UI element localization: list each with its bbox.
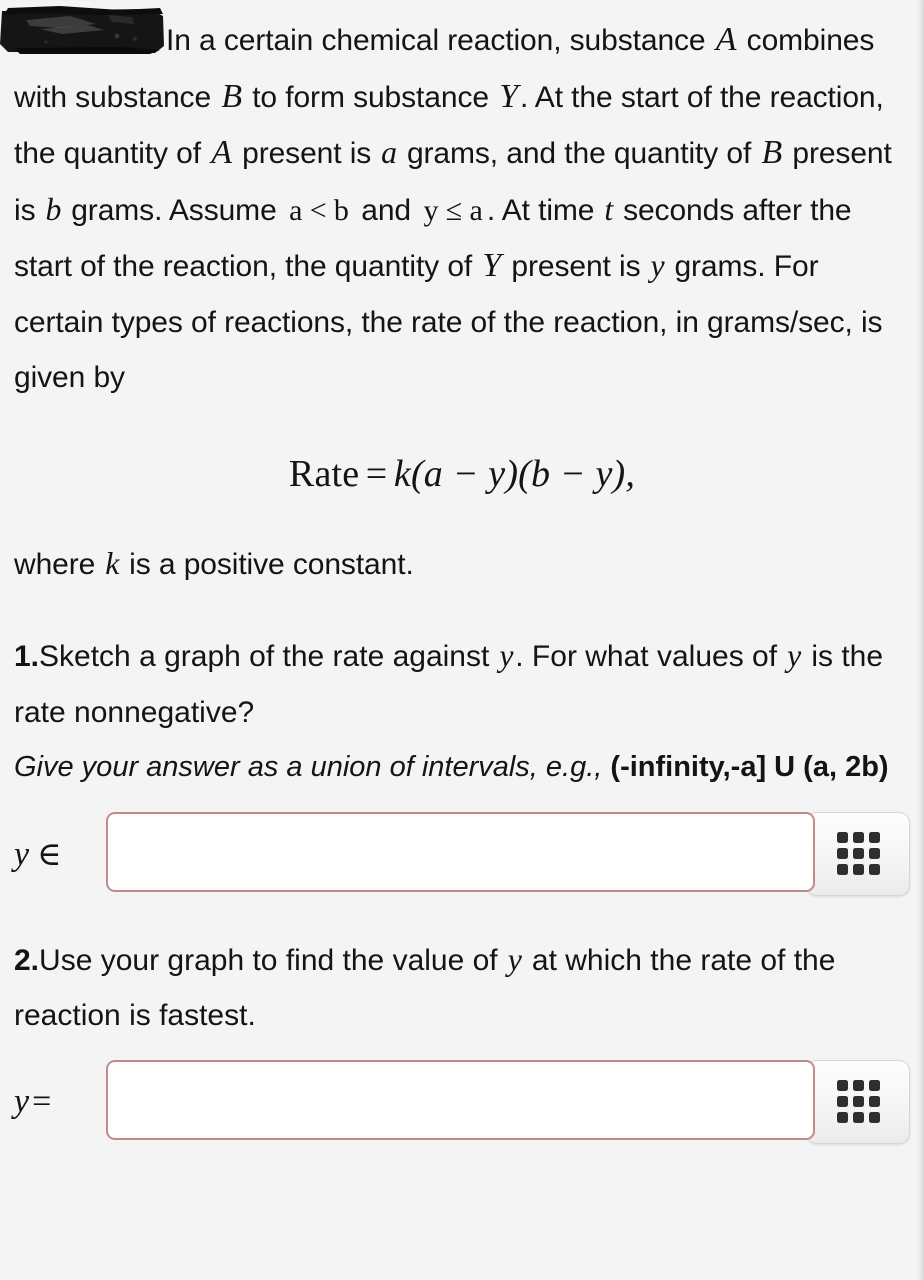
question-1-answer-row: y ∈ xyxy=(14,811,910,896)
question-1-answer-label: y ∈ xyxy=(14,834,106,874)
keypad-dot xyxy=(868,1096,880,1107)
math-var-a-1: a xyxy=(381,135,397,170)
equation-relation: = xyxy=(365,452,388,495)
math-var-t: t xyxy=(604,191,614,227)
keypad-dot xyxy=(868,848,880,859)
keypad-dot xyxy=(836,848,848,859)
math-var-k: k xyxy=(105,545,120,581)
keypad-dot xyxy=(868,1112,880,1123)
answer-2-label-symbol: = xyxy=(32,1082,52,1120)
question-1-hint-italic: Give your answer as a union of intervals… xyxy=(14,751,611,783)
question-1-field-wrap xyxy=(106,811,910,896)
math-var-y-1: y xyxy=(650,248,665,283)
where-suffix: is a positive constant. xyxy=(120,547,414,581)
question-1-prompt: 1.Sketch a graph of the rate against y. … xyxy=(14,628,910,740)
statement-seg-16: and xyxy=(353,193,420,227)
keypad-dot xyxy=(852,1080,864,1091)
question-2-prompt: 2.Use your graph to find the value of y … xyxy=(14,932,910,1044)
statement-seg-0: In a certain chemical reaction, substanc… xyxy=(166,24,714,57)
math-var-A-1: A xyxy=(715,21,737,58)
rate-equation-block: Rate = k(a − y)(b − y), xyxy=(14,406,910,536)
answer-1-label-symbol: ∈ xyxy=(37,836,62,873)
keypad-dot xyxy=(868,832,880,843)
statement-seg-4: to form substance xyxy=(243,80,498,114)
statement-seg-8: present is xyxy=(233,137,380,170)
equation-rhs: k(a − y)(b − y), xyxy=(393,452,636,495)
problem-statement: In a certain chemical reaction, substanc… xyxy=(14,0,910,406)
statement-seg-10: grams, and the quantity of xyxy=(398,137,760,170)
question-1-answer-input[interactable] xyxy=(106,811,815,892)
keypad-grid-icon xyxy=(836,1080,880,1123)
rate-equation: Rate = k(a − y)(b − y), xyxy=(289,452,635,496)
math-var-y-q2: y xyxy=(507,941,522,977)
math-var-Y-1: Y xyxy=(499,77,518,115)
problem-content: In a certain chemical reaction, substanc… xyxy=(14,0,910,1144)
question-2-answer-row: y= xyxy=(14,1059,910,1144)
question-1-keypad-button[interactable] xyxy=(806,811,910,896)
keypad-dot xyxy=(836,832,848,843)
keypad-dot xyxy=(852,1112,864,1123)
keypad-dot xyxy=(836,1112,848,1123)
math-ineq-y-le-a: y ≤ a xyxy=(423,193,483,227)
keypad-dot xyxy=(852,1096,864,1107)
keypad-dot xyxy=(852,848,864,859)
question-1-hint-bold: (-infinity,-a] U (a, 2b) xyxy=(610,751,889,783)
keypad-dot xyxy=(836,1080,848,1091)
answer-2-label-var: y xyxy=(14,1082,30,1120)
question-2-field-wrap xyxy=(106,1059,910,1144)
where-prefix: where xyxy=(14,547,104,581)
math-var-y-q1a: y xyxy=(499,638,514,673)
math-var-A-2: A xyxy=(211,134,232,171)
math-var-Y-2: Y xyxy=(482,247,502,284)
math-var-B-1: B xyxy=(221,77,242,115)
question-2-keypad-button[interactable] xyxy=(806,1059,910,1144)
keypad-grid-icon xyxy=(836,832,880,875)
statement-seg-14: grams. Assume xyxy=(62,193,285,227)
question-1-text-a: Sketch a graph of the rate against xyxy=(39,640,498,673)
equation-lhs: Rate xyxy=(288,452,360,495)
page-surface: In a certain chemical reaction, substanc… xyxy=(0,0,924,1280)
math-var-B-2: B xyxy=(761,134,783,171)
keypad-dot xyxy=(852,864,864,875)
statement-seg-18: . At time xyxy=(486,193,603,227)
answer-1-label-var: y xyxy=(14,835,30,873)
question-1-hint: Give your answer as a union of intervals… xyxy=(14,740,910,796)
keypad-dot xyxy=(836,864,848,875)
question-2-answer-input[interactable] xyxy=(106,1059,815,1140)
keypad-dot xyxy=(868,864,880,875)
keypad-dot xyxy=(868,1080,880,1091)
statement-seg-22: present is xyxy=(503,250,649,283)
where-line: where k is a positive constant. xyxy=(14,536,910,593)
question-2-answer-label: y= xyxy=(14,1083,106,1121)
math-var-b-1: b xyxy=(45,191,62,227)
question-2-text-a: Use your graph to find the value of xyxy=(39,943,506,977)
math-ineq-a-lt-b: a < b xyxy=(289,193,349,227)
keypad-dot xyxy=(852,832,864,843)
question-2-number: 2. xyxy=(14,943,40,977)
math-var-y-q1b: y xyxy=(787,638,802,673)
question-1-number: 1. xyxy=(14,640,40,673)
question-1-text-b: . For what values of xyxy=(515,640,786,673)
keypad-dot xyxy=(836,1096,848,1107)
